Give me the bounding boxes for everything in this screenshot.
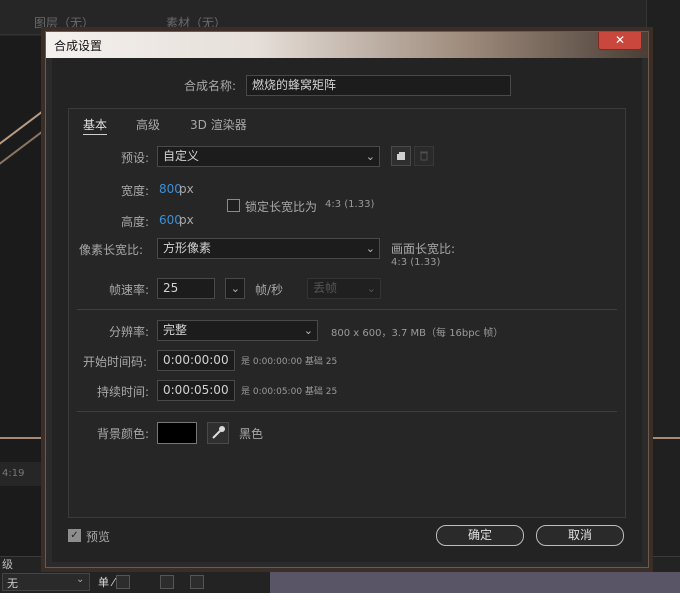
layer-panel-tab[interactable]: 图层（无） [34, 14, 94, 31]
tab-basic[interactable]: 基本 [83, 116, 108, 135]
section-divider [77, 411, 617, 412]
resolution-value: 完整 [163, 323, 188, 337]
resolution-select[interactable]: 完整 ⌄ [157, 320, 318, 341]
cancel-button[interactable]: 取消 [536, 525, 624, 546]
right-side-panel [646, 0, 680, 560]
duration-input[interactable]: 0:00:05:00 [157, 380, 235, 401]
dialog-titlebar[interactable]: 合成设置 ✕ [46, 32, 648, 58]
tab-3d-renderer[interactable]: 3D 渲染器 [190, 116, 247, 133]
start-timecode-input[interactable]: 0:00:00:00 [157, 350, 235, 371]
preview-label: 预览 [86, 530, 111, 544]
preset-select[interactable]: 自定义 ⌄ [157, 146, 380, 167]
chevron-down-icon: ⌄ [365, 242, 375, 255]
duration-info: 是 0:00:05:00 基础 25 [241, 387, 338, 397]
section-divider [77, 309, 617, 310]
width-label: 宽度: [121, 184, 150, 198]
preset-label: 预设: [121, 151, 150, 165]
save-preset-icon[interactable] [391, 146, 411, 166]
ok-button[interactable]: 确定 [436, 525, 524, 546]
close-button[interactable]: ✕ [598, 32, 642, 50]
timeline-column-label: 级 [2, 558, 13, 571]
frame-aspect-value: 4:3 (1.33) [391, 257, 441, 268]
resolution-label: 分辨率: [109, 325, 150, 339]
pixel-aspect-select[interactable]: 方形像素 ⌄ [157, 238, 380, 259]
chevron-down-icon: ⌄ [365, 150, 375, 163]
lock-aspect-ratio: 4:3 (1.33) [325, 199, 375, 210]
start-timecode-info: 是 0:00:00:00 基础 25 [241, 357, 338, 367]
preset-value: 自定义 [163, 149, 200, 163]
eyedropper-icon[interactable] [207, 422, 229, 444]
tab-advanced[interactable]: 高级 [136, 116, 160, 133]
pixel-aspect-label: 像素长宽比: [79, 243, 144, 257]
dialog-body: 合成名称: 燃烧的蜂窝矩阵 基本 高级 3D 渲染器 预设: 自定义 ⌄ 宽度:… [52, 58, 642, 562]
switch-box[interactable] [160, 575, 174, 589]
bg-color-label: 背景颜色: [97, 427, 150, 441]
drop-frame-select: 丢帧 ⌄ [307, 278, 381, 299]
lock-aspect-checkbox[interactable] [227, 199, 240, 212]
width-unit: px [179, 182, 194, 196]
fps-input[interactable]: 25 [157, 278, 215, 299]
switch-box[interactable] [116, 575, 130, 589]
chevron-down-icon[interactable]: ⌄ [76, 574, 84, 585]
settings-panel: 基本 高级 3D 渲染器 预设: 自定义 ⌄ 宽度: 800 px 锁定长宽比为… [68, 108, 626, 518]
timeline-track[interactable] [270, 572, 680, 593]
dialog-title: 合成设置 [54, 39, 103, 53]
pixel-aspect-value: 方形像素 [163, 241, 212, 255]
lock-aspect-label: 锁定长宽比为 [245, 200, 318, 214]
footage-panel-tab[interactable]: 素材（无） [166, 14, 226, 31]
fps-preset-select[interactable]: ⌄ [225, 278, 245, 299]
duration-label: 持续时间: [97, 385, 150, 399]
start-timecode-label: 开始时间码: [83, 355, 148, 369]
height-label: 高度: [121, 215, 150, 229]
bg-color-swatch[interactable] [157, 422, 197, 444]
fps-unit: 帧/秒 [255, 283, 284, 297]
delete-preset-icon[interactable] [414, 146, 434, 166]
height-unit: px [179, 213, 194, 227]
preview-checkbox[interactable]: ✓ [68, 529, 81, 542]
name-label: 合成名称: [184, 79, 237, 93]
motion-blur-icon[interactable] [190, 575, 204, 589]
bg-color-name: 黑色 [239, 427, 264, 441]
chevron-down-icon: ⌄ [230, 282, 240, 295]
chevron-down-icon: ⌄ [366, 282, 376, 295]
chevron-down-icon: ⌄ [303, 324, 313, 337]
composition-name-input[interactable]: 燃烧的蜂窝矩阵 [246, 75, 511, 96]
fps-label: 帧速率: [109, 283, 150, 297]
resolution-info: 800 x 600，3.7 MB（每 16bpc 帧） [331, 328, 504, 339]
composition-settings-dialog: 合成设置 ✕ 合成名称: 燃烧的蜂窝矩阵 基本 高级 3D 渲染器 预设: 自定… [45, 31, 649, 568]
time-readout: 4:19 [0, 462, 50, 486]
drop-frame-value: 丢帧 [313, 281, 338, 295]
frame-aspect-label: 画面长宽比: [391, 242, 456, 256]
